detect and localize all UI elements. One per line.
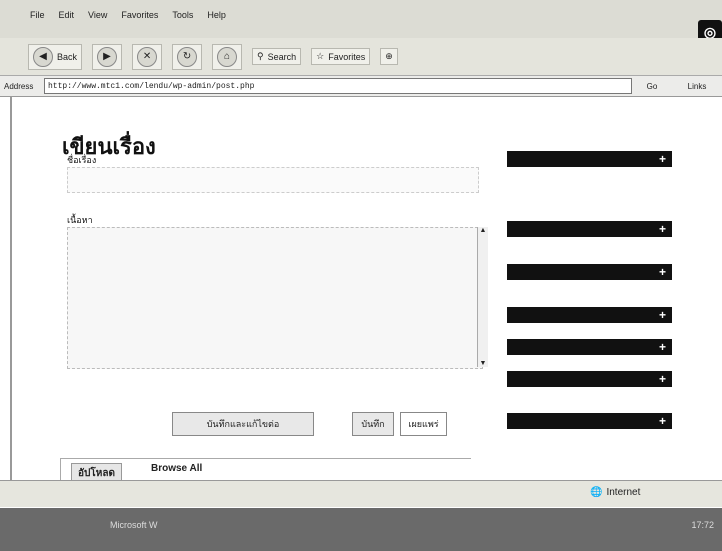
browser-toolbar: ◀ Back ▶ ✕ ↻ ⌂ ⚲ Search ☆ Favorites ⊕	[0, 38, 722, 76]
menu-items: File Edit View Favorites Tools Help	[30, 10, 226, 20]
panel-1[interactable]: +	[507, 151, 672, 167]
expand-plus-icon[interactable]: +	[659, 152, 666, 166]
status-bar: 🌐 Internet	[0, 480, 722, 507]
publish-button[interactable]: เผยแพร่	[400, 412, 447, 436]
forward-button[interactable]: ▶	[92, 43, 123, 70]
browser-menubar: File Edit View Favorites Tools Help ◎	[0, 0, 722, 44]
page-content: เขียนเรื่อง ชื่อเรื่อง เนื้อหา ▲ ▼ บันทึ…	[10, 97, 722, 480]
system-clock: 17:72	[691, 520, 714, 530]
menu-tools[interactable]: Tools	[172, 10, 193, 20]
forward-arrow-icon: ▶	[97, 46, 118, 67]
save-and-continue-button[interactable]: บันทึกและแก้ไขต่อ	[172, 412, 314, 436]
back-button[interactable]: ◀ Back	[28, 43, 83, 70]
links-button[interactable]: Links	[672, 82, 722, 91]
menu-view[interactable]: View	[88, 10, 107, 20]
save-button[interactable]: บันทึก	[352, 412, 394, 436]
media-icon: ⊕	[385, 51, 393, 61]
refresh-button[interactable]: ↻	[172, 43, 203, 70]
back-label: Back	[57, 51, 78, 62]
content-scrollbar[interactable]: ▲ ▼	[477, 227, 488, 367]
search-icon: ⚲	[257, 51, 264, 61]
expand-plus-icon[interactable]: +	[659, 414, 666, 428]
security-zone: 🌐 Internet	[590, 487, 640, 498]
panel-2[interactable]: +	[507, 221, 672, 237]
search-label: Search	[267, 51, 297, 62]
back-arrow-icon: ◀	[33, 46, 53, 67]
taskbar-item-word[interactable]: Microsoft W	[110, 520, 158, 530]
panel-3[interactable]: +	[507, 264, 672, 280]
title-label: ชื่อเรื่อง	[67, 155, 97, 165]
menu-help[interactable]: Help	[207, 10, 226, 20]
globe-icon: 🌐	[590, 487, 603, 498]
favorites-button[interactable]: ☆ Favorites	[311, 48, 371, 65]
home-icon: ⌂	[217, 46, 238, 67]
refresh-icon: ↻	[177, 46, 198, 67]
home-button[interactable]: ⌂	[212, 43, 243, 70]
zone-label: Internet	[606, 487, 641, 498]
stop-icon: ✕	[137, 46, 158, 67]
address-input[interactable]: http://www.mtc1.com/lendu/wp-admin/post.…	[44, 78, 632, 94]
search-button[interactable]: ⚲ Search	[252, 48, 302, 65]
menu-file[interactable]: File	[30, 10, 45, 20]
menu-favorites[interactable]: Favorites	[121, 10, 158, 20]
expand-plus-icon[interactable]: +	[659, 308, 666, 322]
expand-plus-icon[interactable]: +	[659, 222, 666, 236]
panel-5[interactable]: +	[507, 339, 672, 355]
scroll-up-icon[interactable]: ▲	[480, 227, 487, 234]
address-bar: Address http://www.mtc1.com/lendu/wp-adm…	[0, 76, 722, 97]
taskbar: Microsoft W 17:72	[0, 508, 722, 551]
content-textarea[interactable]	[67, 227, 483, 369]
tab-browse-all[interactable]: Browse All	[151, 463, 202, 474]
favorites-label: Favorites	[328, 51, 366, 62]
panel-4[interactable]: +	[507, 307, 672, 323]
stop-button[interactable]: ✕	[132, 43, 163, 70]
content-label: เนื้อหา	[67, 215, 93, 225]
scroll-down-icon[interactable]: ▼	[480, 360, 487, 367]
expand-plus-icon[interactable]: +	[659, 340, 666, 354]
expand-plus-icon[interactable]: +	[659, 372, 666, 386]
menu-edit[interactable]: Edit	[59, 10, 75, 20]
favorites-star-icon: ☆	[316, 51, 325, 61]
title-input[interactable]	[67, 167, 479, 193]
media-button[interactable]: ⊕	[380, 48, 398, 65]
expand-plus-icon[interactable]: +	[659, 265, 666, 279]
panel-6[interactable]: +	[507, 371, 672, 387]
go-button[interactable]: Go	[632, 82, 672, 91]
address-label: Address	[4, 81, 34, 91]
panel-7[interactable]: +	[507, 413, 672, 429]
